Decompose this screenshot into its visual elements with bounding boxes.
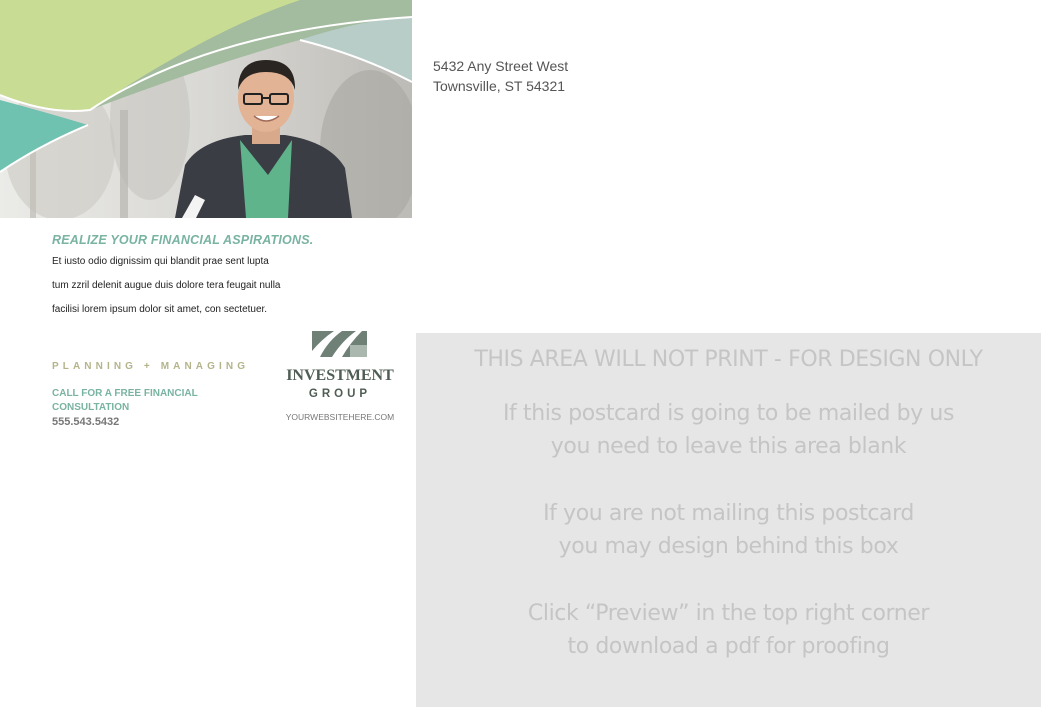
cta-line1: CALL FOR A FREE FINANCIAL (52, 388, 198, 399)
cta-line2: CONSULTATION (52, 402, 130, 413)
cta-text: CALL FOR A FREE FINANCIAL CONSULTATION (52, 387, 198, 415)
hero-photo (0, 0, 412, 218)
hero-photo-graphic (0, 0, 412, 218)
no-print-line-2: you need to leave this area blank (550, 434, 907, 459)
return-address: 5432 Any Street West Townsville, ST 5432… (433, 56, 568, 96)
website-url: YOURWEBSITEHERE.COM (285, 412, 395, 422)
headline: REALIZE YOUR FINANCIAL ASPIRATIONS. (52, 233, 314, 247)
return-address-line1: 5432 Any Street West (433, 58, 569, 74)
no-print-line-5: Click “Preview” in the top right corner (527, 601, 930, 626)
no-print-title: THIS AREA WILL NOT PRINT - FOR DESIGN ON… (474, 347, 983, 372)
no-print-line-6: to download a pdf for proofing (567, 634, 890, 659)
no-print-line-1: If this postcard is going to be mailed b… (502, 401, 955, 426)
no-print-line-4: you may design behind this box (558, 534, 899, 559)
return-address-line2: Townsville, ST 54321 (433, 78, 566, 94)
body-line-1: Et iusto odio dignissim qui blandit prae… (52, 256, 269, 267)
no-print-line-3: If you are not mailing this postcard (543, 501, 914, 526)
logo-subtitle: GROUP (308, 388, 372, 400)
body-line-3: facilisi lorem ipsum dolor sit amet, con… (52, 304, 268, 315)
no-print-area: THIS AREA WILL NOT PRINT - FOR DESIGN ON… (416, 333, 1041, 707)
tagline: PLANNING + MANAGING (52, 361, 250, 372)
logo-name: INVESTMENT (286, 367, 394, 384)
logo-mark-icon (312, 331, 367, 362)
phone-number: 555.543.5432 (52, 416, 120, 428)
body-line-2: tum zzril delenit augue duis dolore tera… (52, 280, 281, 291)
